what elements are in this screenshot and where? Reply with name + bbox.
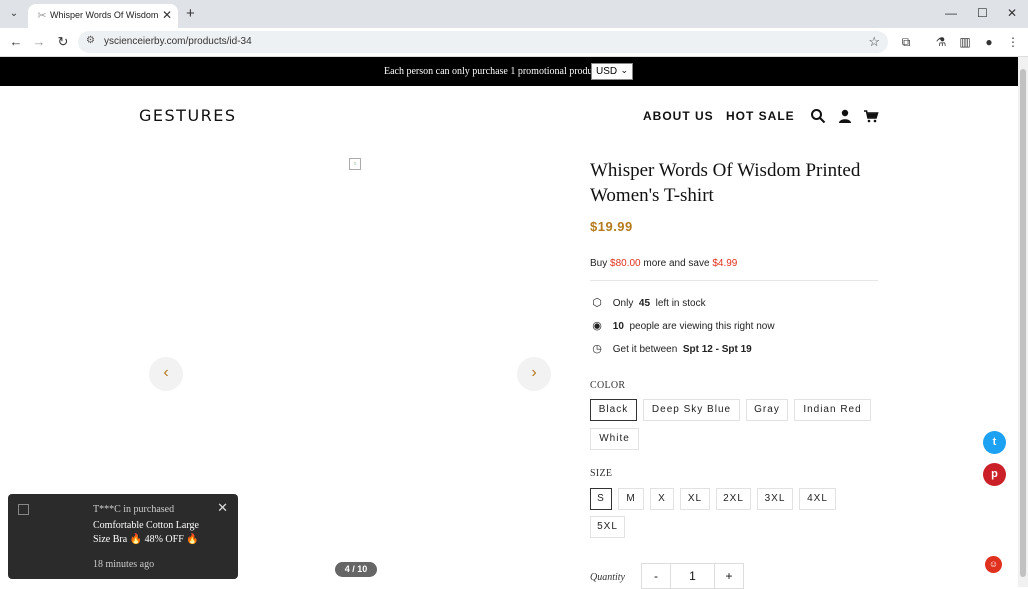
box-icon: ⬡ [592,297,602,309]
toast-time: 18 minutes ago [93,559,155,570]
chevron-down-icon: ⌄ [620,65,628,75]
gallery-prev-button[interactable]: ‹ [149,357,183,391]
tab-search-icon[interactable]: ⌄ [6,6,22,22]
nav-hot-sale[interactable]: HOT SALE [726,109,795,123]
size-label: SIZE [590,468,613,479]
twitter-share-icon[interactable]: t [983,431,1006,454]
size-option-5xl[interactable]: 5XL [590,516,625,538]
size-option-2xl[interactable]: 2XL [716,488,751,510]
currency-value: USD [596,66,618,77]
size-option-4xl[interactable]: 4XL [799,488,836,510]
search-icon[interactable] [810,108,826,124]
chat-icon[interactable]: ☺ [985,556,1002,573]
new-tab-icon[interactable]: + [186,5,195,22]
delivery-pre: Get it between [612,344,678,355]
product-price: $19.99 [590,219,633,234]
site-logo[interactable]: GESTURES [139,106,237,125]
product-title: Whisper Words Of Wisdom Printed Women's … [590,160,861,206]
back-icon[interactable]: ← [8,34,24,49]
quantity-label: Quantity [590,572,625,583]
size-option-x[interactable]: X [650,488,674,510]
quantity-minus-button[interactable]: - [641,563,671,589]
favicon-icon: ✂ [37,10,47,22]
size-option-xl[interactable]: XL [680,488,710,510]
tab-title: Whisper Words Of Wisdom Pr [50,10,158,20]
size-option-3xl[interactable]: 3XL [757,488,793,510]
bundle-promo: Buy $80.00 more and save $4.99 [590,258,737,269]
url-text: yscienceierby.com/products/id-34 [104,36,252,47]
site-info-icon[interactable]: ⚙ [86,35,95,46]
color-option-white[interactable]: White [590,428,639,450]
viewers-row: ◉ 10 people are viewing this right now [590,319,775,332]
announcement-bar: Each person can only purchase 1 promotio… [0,57,1018,86]
window-close-icon[interactable]: ✕ [1007,6,1017,20]
page-scrollbar[interactable] [1018,57,1028,587]
promo-buy: Buy [590,258,608,269]
color-option-indian-red[interactable]: Indian Red [794,399,871,421]
toast-product-image [18,504,29,515]
color-option-black[interactable]: Black [590,399,637,421]
pinterest-share-icon[interactable]: p [983,463,1006,486]
minimize-icon[interactable]: — [945,6,957,20]
quantity-input[interactable]: 1 [670,563,715,589]
color-option-gray[interactable]: Gray [746,399,788,421]
labs-icon[interactable]: ⚗ [934,35,948,49]
currency-select[interactable]: USD ⌄ [591,63,633,80]
extensions-icon[interactable]: ⧉ [899,35,913,50]
gallery-counter: 4 / 10 [335,562,377,577]
product-image: ▫ [349,158,361,170]
toast-product[interactable]: Comfortable Cotton Large Size Bra 🔥 48% … [93,519,218,547]
quantity-plus-button[interactable]: + [714,563,744,589]
scrollbar-thumb[interactable] [1020,69,1026,577]
viewers-count: 10 [612,321,624,332]
maximize-icon[interactable]: ☐ [977,6,988,20]
reload-icon[interactable]: ↻ [55,34,71,50]
close-icon[interactable]: ✕ [217,500,228,516]
side-panel-icon[interactable]: ▥ [958,35,972,49]
color-label: COLOR [590,380,626,391]
profile-icon[interactable]: ● [982,35,996,49]
color-option-deep-sky-blue[interactable]: Deep Sky Blue [643,399,740,421]
toast-buyer: T***C in purchased [93,504,175,515]
stock-count: 45 [638,298,651,309]
announcement-text: Each person can only purchase 1 promotio… [384,66,604,77]
tab-close-icon[interactable]: ✕ [162,8,172,22]
clock-icon: ◷ [592,343,602,355]
stock-post: left in stock [655,298,706,309]
stock-row: ⬡ Only 45 left in stock [590,296,706,309]
gallery-next-button[interactable]: › [517,357,551,391]
stock-pre: Only [612,298,634,309]
promo-amount: $80.00 [610,258,641,269]
delivery-row: ◷ Get it between Spt 12 - Spt 19 [590,342,752,355]
browser-tab-bar: ⌄ ✂ Whisper Words Of Wisdom Pr ✕ + — ☐ ✕ [0,0,1028,28]
cart-icon[interactable] [863,108,879,124]
bookmark-star-icon[interactable]: ☆ [868,34,880,50]
nav-about-us[interactable]: ABOUT US [643,109,714,123]
promo-middle: more and save [643,258,710,269]
size-option-m[interactable]: M [618,488,644,510]
browser-menu-icon[interactable]: ⋮ [1006,35,1020,49]
eye-icon: ◉ [592,320,602,332]
purchase-notification: T***C in purchased Comfortable Cotton La… [8,494,238,579]
forward-icon[interactable]: → [31,34,47,49]
account-icon[interactable] [837,108,853,124]
browser-tab[interactable]: ✂ Whisper Words Of Wisdom Pr ✕ [28,4,178,28]
divider [590,280,878,281]
address-bar-row: ← → ↻ ⚙ yscienceierby.com/products/id-34… [0,28,1028,57]
delivery-range: Spt 12 - Spt 19 [682,344,752,355]
url-field[interactable]: ⚙ yscienceierby.com/products/id-34 ☆ [78,31,888,53]
size-option-s[interactable]: S [590,488,612,510]
promo-save: $4.99 [712,258,738,269]
viewers-post: people are viewing this right now [629,321,775,332]
